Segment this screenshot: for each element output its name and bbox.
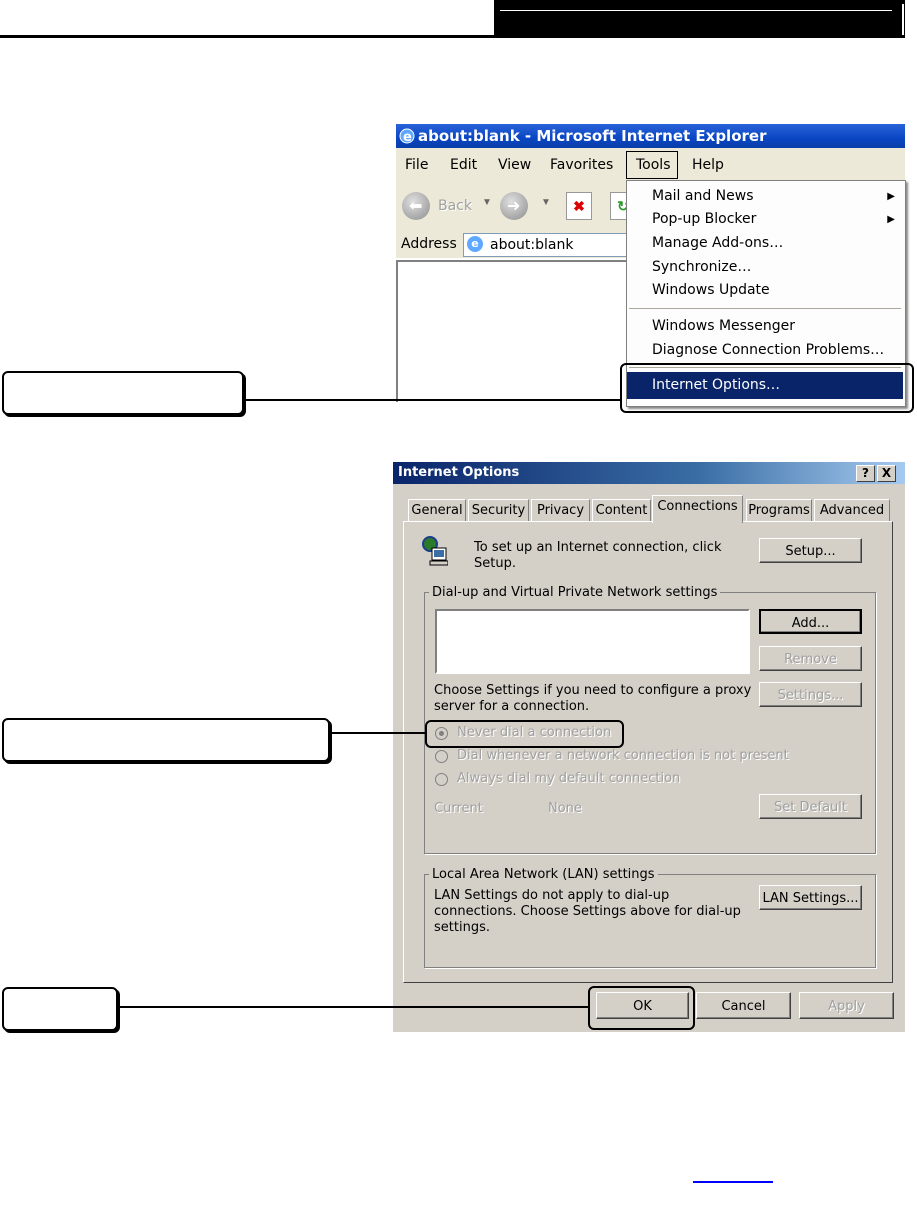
dialog-title-bar: Internet Options ? X [393, 462, 905, 484]
callout-box-2 [2, 718, 330, 762]
current-label: Current [434, 801, 483, 816]
forward-arrow-icon[interactable] [500, 192, 528, 220]
address-label: Address [401, 236, 457, 252]
ie-window-title: about:blank - Microsoft Internet Explore… [418, 127, 767, 145]
proxy-description: Choose Settings if you need to configure… [434, 683, 752, 714]
callout-leader-1 [244, 399, 622, 401]
menu-tools[interactable]: Tools [626, 151, 678, 179]
header-bar [494, 0, 905, 37]
help-icon[interactable]: ? [856, 465, 875, 482]
menu-help[interactable]: Help [692, 157, 724, 173]
callout-leader-3 [118, 1006, 590, 1008]
tab-general[interactable]: General [408, 499, 466, 522]
menu-separator [629, 308, 901, 309]
setup-button[interactable]: Setup... [759, 538, 862, 563]
add-button[interactable]: Add... [759, 609, 862, 634]
menu-item-manage-addons[interactable]: Manage Add-ons… [652, 235, 783, 251]
menu-item-diagnose[interactable]: Diagnose Connection Problems… [652, 342, 884, 358]
svg-text:e: e [403, 130, 412, 145]
tab-privacy-label: Privacy [536, 503, 585, 518]
connections-panel: To set up an Internet connection, click … [403, 521, 893, 983]
tab-connections[interactable]: Connections [652, 495, 743, 523]
callout-box-3 [2, 987, 118, 1031]
tab-connections-label: Connections [657, 499, 738, 514]
apply-button: Apply [799, 992, 894, 1019]
cancel-button[interactable]: Cancel [696, 992, 791, 1019]
submenu-arrow-icon: ▶ [887, 214, 895, 225]
forward-dropdown-icon[interactable]: ▼ [541, 197, 551, 208]
ie-menubar: File Edit View Favorites Tools Help [396, 148, 905, 182]
settings-button: Settings... [759, 682, 862, 707]
header-bar-tick [902, 4, 904, 35]
submenu-arrow-icon: ▶ [887, 191, 895, 202]
current-value: None [548, 801, 582, 816]
menu-view[interactable]: View [498, 157, 531, 173]
footer-link[interactable] [693, 1181, 773, 1183]
highlight-never-dial [425, 720, 624, 748]
radio-dial-whenever-label: Dial whenever a network connection is no… [457, 748, 789, 763]
back-arrow-icon[interactable] [402, 192, 430, 220]
lan-description: LAN Settings do not apply to dial-up con… [434, 888, 741, 935]
menu-item-synchronize[interactable]: Synchronize… [652, 259, 751, 275]
header-bar-line [500, 10, 892, 11]
tab-security[interactable]: Security [468, 499, 529, 522]
tab-security-label: Security [471, 503, 526, 518]
menu-item-popup-blocker[interactable]: Pop-up Blocker [652, 211, 756, 227]
set-default-button: Set Default [759, 794, 862, 819]
menu-tools-label: Tools [636, 157, 671, 173]
page-icon: e [467, 236, 483, 252]
lan-group-label: Local Area Network (LAN) settings [429, 867, 658, 882]
ie-title-bar: e about:blank - Microsoft Internet Explo… [396, 124, 905, 148]
dialog-title: Internet Options [398, 465, 520, 480]
menu-edit[interactable]: Edit [450, 157, 477, 173]
menu-favorites[interactable]: Favorites [550, 157, 613, 173]
menu-file[interactable]: File [405, 157, 428, 173]
radio-always-dial[interactable] [435, 773, 448, 786]
tab-content[interactable]: Content [592, 499, 651, 522]
highlight-ok-button [588, 986, 695, 1030]
stop-icon[interactable]: ✖ [566, 192, 592, 220]
tab-advanced-label: Advanced [819, 503, 885, 518]
ie-logo-icon: e [399, 128, 415, 145]
back-dropdown-icon[interactable]: ▼ [482, 197, 492, 208]
tab-general-label: General [411, 503, 463, 518]
radio-dial-whenever[interactable] [435, 750, 448, 763]
connections-list[interactable] [435, 609, 750, 674]
remove-button: Remove [759, 646, 862, 671]
callout-box-1 [2, 371, 244, 415]
dialup-group-label: Dial-up and Virtual Private Network sett… [429, 585, 721, 600]
setup-description: To set up an Internet connection, click … [474, 540, 722, 571]
highlight-internet-options [620, 363, 914, 413]
radio-always-dial-label: Always dial my default connection [457, 771, 681, 786]
lan-settings-button[interactable]: LAN Settings... [759, 885, 862, 910]
address-value: about:blank [490, 237, 574, 253]
tab-programs[interactable]: Programs [746, 499, 812, 522]
tab-programs-label: Programs [748, 503, 810, 518]
menu-item-windows-messenger[interactable]: Windows Messenger [652, 318, 795, 334]
close-icon[interactable]: X [877, 465, 896, 482]
callout-leader-2 [330, 732, 425, 734]
menu-item-mail-and-news[interactable]: Mail and News [652, 188, 754, 204]
tab-content-label: Content [595, 503, 648, 518]
network-computer-icon [422, 536, 448, 566]
tab-advanced[interactable]: Advanced [814, 499, 890, 522]
tab-privacy[interactable]: Privacy [531, 499, 590, 522]
menu-item-windows-update[interactable]: Windows Update [652, 282, 770, 298]
back-label[interactable]: Back [438, 198, 472, 214]
